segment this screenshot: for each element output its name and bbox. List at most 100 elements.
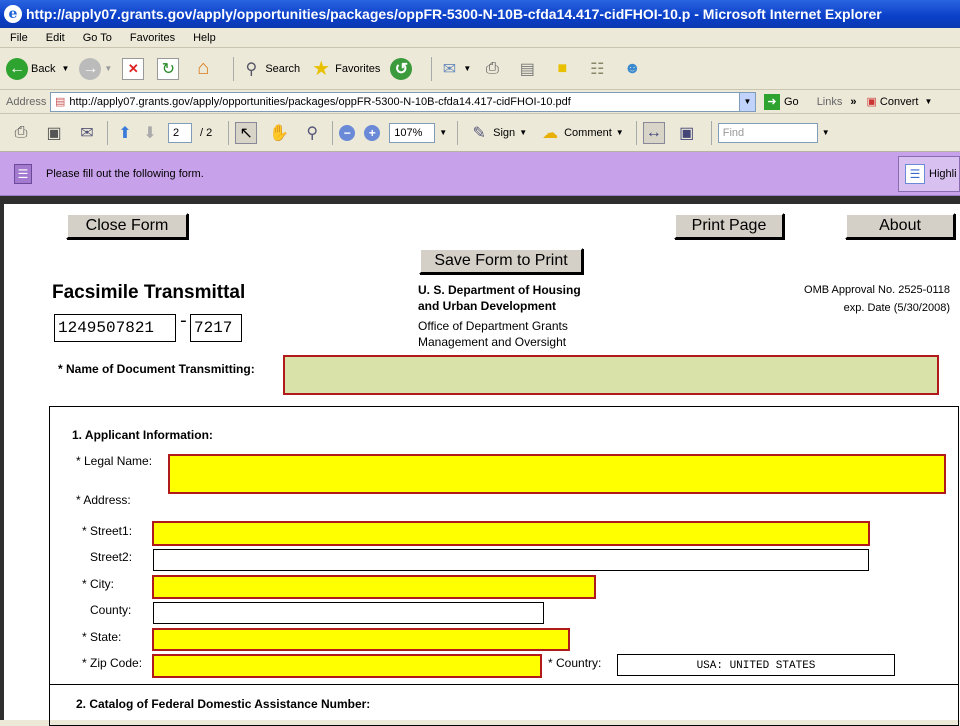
country-label: * Country:	[548, 656, 602, 670]
page-number-input[interactable]: 2	[168, 122, 192, 143]
form-title: Facsimile Transmittal	[52, 282, 246, 303]
refresh-icon: ↻	[157, 57, 180, 80]
menu-file[interactable]: File	[0, 32, 36, 44]
search-button[interactable]: ⚲ Search	[240, 58, 300, 80]
doc-name-label: * Name of Document Transmitting:	[58, 362, 255, 376]
sign-button[interactable]: ✎ Sign ▼	[468, 122, 527, 144]
pdf-print-icon[interactable]: ⎙	[10, 122, 32, 144]
history-button[interactable]: ↺	[390, 57, 415, 80]
edit-button[interactable]: ▤	[516, 58, 541, 80]
messenger-icon: ☻	[623, 59, 641, 77]
menu-bar: File Edit Go To Favorites Help	[0, 28, 960, 48]
legal-name-label: * Legal Name:	[76, 454, 153, 468]
favorites-button[interactable]: ★ Favorites	[310, 58, 380, 80]
menu-favorites[interactable]: Favorites	[120, 32, 183, 44]
zip-code-field[interactable]	[152, 654, 542, 678]
home-button[interactable]: ⌂	[192, 57, 217, 80]
fit-page-icon[interactable]: ▣	[676, 122, 698, 144]
close-form-button[interactable]: Close Form	[66, 213, 188, 239]
pdf-email-icon[interactable]: ✉	[76, 122, 98, 144]
page-up-icon[interactable]: ⬆	[114, 122, 136, 144]
about-button[interactable]: About	[845, 213, 955, 239]
go-button[interactable]: ➜ Go	[764, 93, 799, 110]
history-icon: ↺	[390, 57, 413, 80]
save-form-button[interactable]: Save Form to Print	[419, 248, 583, 274]
zoom-out-icon[interactable]: −	[339, 124, 356, 141]
window-title: http://apply07.grants.gov/apply/opportun…	[26, 6, 882, 22]
discuss-button[interactable]: ■	[551, 58, 576, 80]
mail-button[interactable]: ✉ ▼	[438, 58, 472, 80]
forward-button[interactable]: → ▼	[79, 57, 112, 80]
menu-goto[interactable]: Go To	[73, 32, 120, 44]
agency-line2: and Urban Development	[418, 299, 557, 313]
links-chevron-icon[interactable]: »	[850, 96, 856, 108]
window-titlebar: e http://apply07.grants.gov/apply/opport…	[0, 0, 960, 28]
back-arrow-icon: ←	[6, 57, 28, 80]
printer-icon: ⎙	[485, 59, 499, 77]
form-icon: ☰	[14, 163, 32, 184]
comment-button[interactable]: ☁ Comment ▼	[539, 122, 624, 144]
street2-label: Street2:	[90, 550, 133, 564]
page-total: / 2	[200, 126, 213, 139]
edit-icon: ▤	[519, 60, 535, 78]
print-page-button[interactable]: Print Page	[674, 213, 784, 239]
county-label: County:	[90, 603, 132, 617]
convert-icon: ▣	[866, 96, 877, 108]
messenger-button[interactable]: ☻	[621, 58, 646, 80]
forward-dropdown-icon[interactable]: ▼	[104, 64, 112, 73]
menu-help[interactable]: Help	[183, 32, 224, 44]
hand-tool-icon[interactable]: ✋	[268, 122, 290, 144]
links-label[interactable]: Links	[817, 96, 843, 108]
convert-dropdown-icon[interactable]: ▼	[924, 97, 932, 106]
office-line2: Management and Oversight	[418, 335, 567, 349]
address-dropdown-icon[interactable]: ▼	[739, 92, 755, 111]
forward-arrow-icon: →	[79, 57, 102, 80]
comment-icon: ☁	[542, 124, 559, 142]
mail-dropdown-icon[interactable]: ▼	[463, 64, 471, 73]
back-button[interactable]: ← Back ▼	[6, 57, 69, 80]
star-icon: ★	[312, 58, 331, 80]
select-tool-icon[interactable]: ↖	[235, 121, 258, 144]
section1-heading: 1. Applicant Information:	[72, 428, 213, 442]
ie-logo-icon: e	[4, 5, 22, 23]
city-field[interactable]	[152, 575, 596, 599]
form-message: Please fill out the following form.	[46, 167, 204, 180]
address-bar: Address ▤ http://apply07.grants.gov/appl…	[0, 90, 960, 114]
pdf-save-icon[interactable]: ▣	[43, 122, 65, 144]
tracking-number: 1249507821	[54, 314, 176, 342]
highlight-fields-button[interactable]: ☰ Highli	[898, 156, 960, 192]
page-down-icon[interactable]: ⬇	[139, 122, 161, 144]
stop-icon: ✕	[122, 57, 145, 80]
standard-toolbar: ← Back ▼ → ▼ ✕ ↻ ⌂ ⚲ Search ★ Favorites …	[0, 48, 960, 90]
fit-width-icon[interactable]: ↔	[642, 121, 665, 144]
back-dropdown-icon[interactable]: ▼	[61, 64, 69, 73]
stop-button[interactable]: ✕	[122, 57, 147, 80]
zoom-level-input[interactable]: 107%	[389, 122, 436, 143]
tracking-suffix: 7217	[190, 314, 242, 342]
county-field[interactable]	[153, 602, 544, 624]
refresh-button[interactable]: ↻	[157, 57, 182, 80]
go-arrow-icon: ➜	[764, 93, 780, 110]
research-button[interactable]: ☷	[586, 58, 611, 80]
zoom-in-icon[interactable]: +	[364, 124, 381, 141]
doc-name-field[interactable]	[283, 355, 939, 395]
agency-line1: U. S. Department of Housing	[418, 283, 581, 297]
zoom-dropdown-icon[interactable]: ▼	[439, 128, 447, 137]
country-field[interactable]: USA: UNITED STATES	[617, 654, 895, 676]
street1-field[interactable]	[152, 521, 870, 546]
legal-name-field[interactable]	[168, 454, 946, 494]
zip-code-label: * Zip Code:	[82, 656, 143, 670]
address-input[interactable]: ▤ http://apply07.grants.gov/apply/opport…	[50, 91, 756, 112]
omb-approval: OMB Approval No. 2525-0118	[804, 284, 950, 296]
state-field[interactable]	[152, 628, 570, 651]
zoom-tool-icon[interactable]: ⚲	[301, 122, 323, 144]
print-button[interactable]: ⎙	[481, 58, 506, 80]
street1-label: * Street1:	[82, 524, 133, 538]
find-input[interactable]: Find	[717, 122, 818, 143]
form-message-bar: ☰ Please fill out the following form. ☰ …	[0, 152, 960, 196]
street2-field[interactable]	[153, 549, 869, 571]
note-icon: ■	[557, 59, 568, 77]
convert-button[interactable]: ▣ Convert ▼	[866, 95, 933, 109]
menu-edit[interactable]: Edit	[36, 32, 73, 44]
find-dropdown-icon[interactable]: ▼	[822, 128, 830, 137]
